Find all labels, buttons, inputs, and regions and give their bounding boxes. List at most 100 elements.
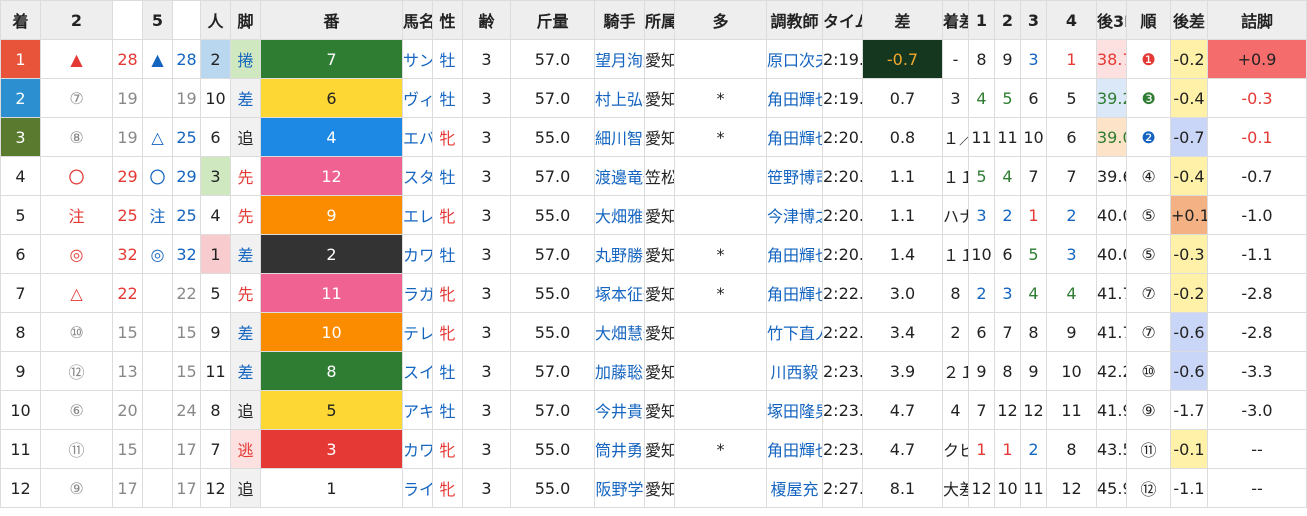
weight: 55.0 — [510, 468, 595, 508]
jockey-link[interactable]: 塚本征吾 — [594, 273, 645, 313]
trainer-link[interactable]: 角田輝也 — [766, 273, 823, 313]
weight: 57.0 — [510, 351, 595, 391]
age: 3 — [462, 429, 511, 469]
jockey-link[interactable]: 今井貴大 — [594, 390, 645, 430]
popularity: 11 — [200, 351, 231, 391]
jockey-link[interactable]: 望月洵輝 — [594, 39, 645, 79]
age: 3 — [462, 351, 511, 391]
multi: * — [674, 78, 767, 118]
last-3f: 39.2 — [1096, 78, 1127, 118]
last-3f-order: ❸ — [1126, 78, 1171, 118]
header-corner-4[interactable]: 4 — [1046, 0, 1097, 40]
header-age[interactable]: 齢 — [462, 0, 511, 40]
horse-name-link[interactable]: ヴィリケン — [402, 78, 433, 118]
jockey-link[interactable]: 渡邊竜也 — [594, 156, 645, 196]
last-3f-order: ⑦ — [1126, 312, 1171, 352]
header-tsume[interactable]: 詰脚 — [1207, 0, 1307, 40]
sex: 牝 — [432, 273, 463, 313]
header-2[interactable]: 2 — [40, 0, 113, 40]
corner-1: 2 — [968, 273, 995, 313]
trainer-link[interactable]: 角田輝也 — [766, 117, 823, 157]
jockey-link[interactable]: 大畑慧悟 — [594, 312, 645, 352]
table-row: 5注25注254先9エレインアスティ牝355.0大畑雅章愛知今津博之2:20.3… — [0, 195, 1307, 235]
header-time[interactable]: タイム — [822, 0, 863, 40]
jockey-link[interactable]: 細川智史 — [594, 117, 645, 157]
header-diff[interactable]: 差 — [862, 0, 943, 40]
header-last-diff[interactable]: 後差 — [1170, 0, 1208, 40]
header-pos[interactable]: 着 — [0, 0, 41, 40]
margin: 大差 — [942, 468, 969, 508]
header-running-style[interactable]: 脚 — [230, 0, 261, 40]
last-3f-order: ④ — [1126, 156, 1171, 196]
mark-2: ⑪ — [40, 429, 113, 469]
jockey-link[interactable]: 阪野学 — [594, 468, 645, 508]
header-5[interactable]: 5 — [142, 0, 173, 40]
last-3f-order: ⑩ — [1126, 351, 1171, 391]
header-popularity[interactable]: 人 — [200, 0, 231, 40]
trainer-link[interactable]: 原口次夫 — [766, 39, 823, 79]
multi: * — [674, 429, 767, 469]
jockey-link[interactable]: 大畑雅章 — [594, 195, 645, 235]
mark-5 — [142, 351, 173, 391]
trainer-link[interactable]: 笹野博司 — [766, 156, 823, 196]
diff: 0.7 — [862, 78, 943, 118]
tsume: -- — [1207, 468, 1307, 508]
affiliation: 愛知 — [644, 234, 675, 274]
header-corner-2[interactable]: 2 — [994, 0, 1021, 40]
horse-name-link[interactable]: エバーシンス — [402, 117, 433, 157]
header-weight[interactable]: 斤量 — [510, 0, 595, 40]
table-row: 9⑫131511差8スイッチブレード牡357.0加藤聡一愛知川西毅2:23.13… — [0, 351, 1307, 391]
trainer-link[interactable]: 角田輝也 — [766, 78, 823, 118]
jockey-link[interactable]: 筒井勇介 — [594, 429, 645, 469]
last-3f: 39.0 — [1096, 117, 1127, 157]
header-last-3f[interactable]: 後3F — [1096, 0, 1127, 40]
trainer-link[interactable]: 榎屋充 — [766, 468, 823, 508]
mark-2: ⑨ — [40, 468, 113, 508]
multi — [674, 312, 767, 352]
affiliation: 愛知 — [644, 78, 675, 118]
horse-name-link[interactable]: カワテンティアラ — [402, 429, 433, 469]
header-margin[interactable]: 着差 — [942, 0, 969, 40]
trainer-link[interactable]: 塚田隆男 — [766, 390, 823, 430]
horse-name-link[interactable]: ライフフルスマイル — [402, 468, 433, 508]
header-sex[interactable]: 性 — [432, 0, 463, 40]
horse-name-link[interactable]: テレヴァカ — [402, 312, 433, 352]
affiliation: 愛知 — [644, 351, 675, 391]
horse-name-link[interactable]: サンヨウテイオウ — [402, 39, 433, 79]
horse-name-link[interactable]: エレインアスティ — [402, 195, 433, 235]
header-corner-3[interactable]: 3 — [1020, 0, 1047, 40]
header-jockey[interactable]: 騎手 — [594, 0, 645, 40]
trainer-link[interactable]: 角田輝也 — [766, 429, 823, 469]
horse-name-link[interactable]: スターサンドビーチ — [402, 156, 433, 196]
horse-name-link[interactable]: ラガマフィンガール — [402, 273, 433, 313]
last-3f: 41.7 — [1096, 273, 1127, 313]
trainer-link[interactable]: 川西毅 — [766, 351, 823, 391]
horse-name-link[interactable]: カワテンマックス — [402, 234, 433, 274]
header-horse-name[interactable]: 馬名 — [402, 0, 433, 40]
header-affiliation[interactable]: 所属 — [644, 0, 675, 40]
header-multi[interactable]: 多 — [674, 0, 767, 40]
trainer-link[interactable]: 今津博之 — [766, 195, 823, 235]
table-row: 2⑦191910差6ヴィリケン牡357.0村上弘樹愛知*角田輝也2:19.90.… — [0, 78, 1307, 118]
horse-number: 6 — [260, 78, 403, 118]
horse-name-link[interactable]: スイッチブレード — [402, 351, 433, 391]
horse-name-link[interactable]: アキヨシパワー — [402, 390, 433, 430]
trainer-link[interactable]: 竹下直人 — [766, 312, 823, 352]
trainer-link[interactable]: 角田輝也 — [766, 234, 823, 274]
header-number[interactable]: 番 — [260, 0, 403, 40]
table-row: 10⑥20248追5アキヨシパワー牡357.0今井貴大愛知塚田隆男2:23.94… — [0, 390, 1307, 430]
last-3f-order: ⑤ — [1126, 234, 1171, 274]
header-corner-1[interactable]: 1 — [968, 0, 995, 40]
jockey-link[interactable]: 丸野勝虎 — [594, 234, 645, 274]
diff: 1.1 — [862, 195, 943, 235]
corner-4: 2 — [1046, 195, 1097, 235]
popularity: 3 — [200, 156, 231, 196]
finish-position: 6 — [0, 234, 41, 274]
jockey-link[interactable]: 加藤聡一 — [594, 351, 645, 391]
jockey-link[interactable]: 村上弘樹 — [594, 78, 645, 118]
diff: 0.8 — [862, 117, 943, 157]
corner-1: 9 — [968, 351, 995, 391]
header-order[interactable]: 順 — [1126, 0, 1171, 40]
header-trainer[interactable]: 調教師 — [766, 0, 823, 40]
tsume: -0.7 — [1207, 156, 1307, 196]
